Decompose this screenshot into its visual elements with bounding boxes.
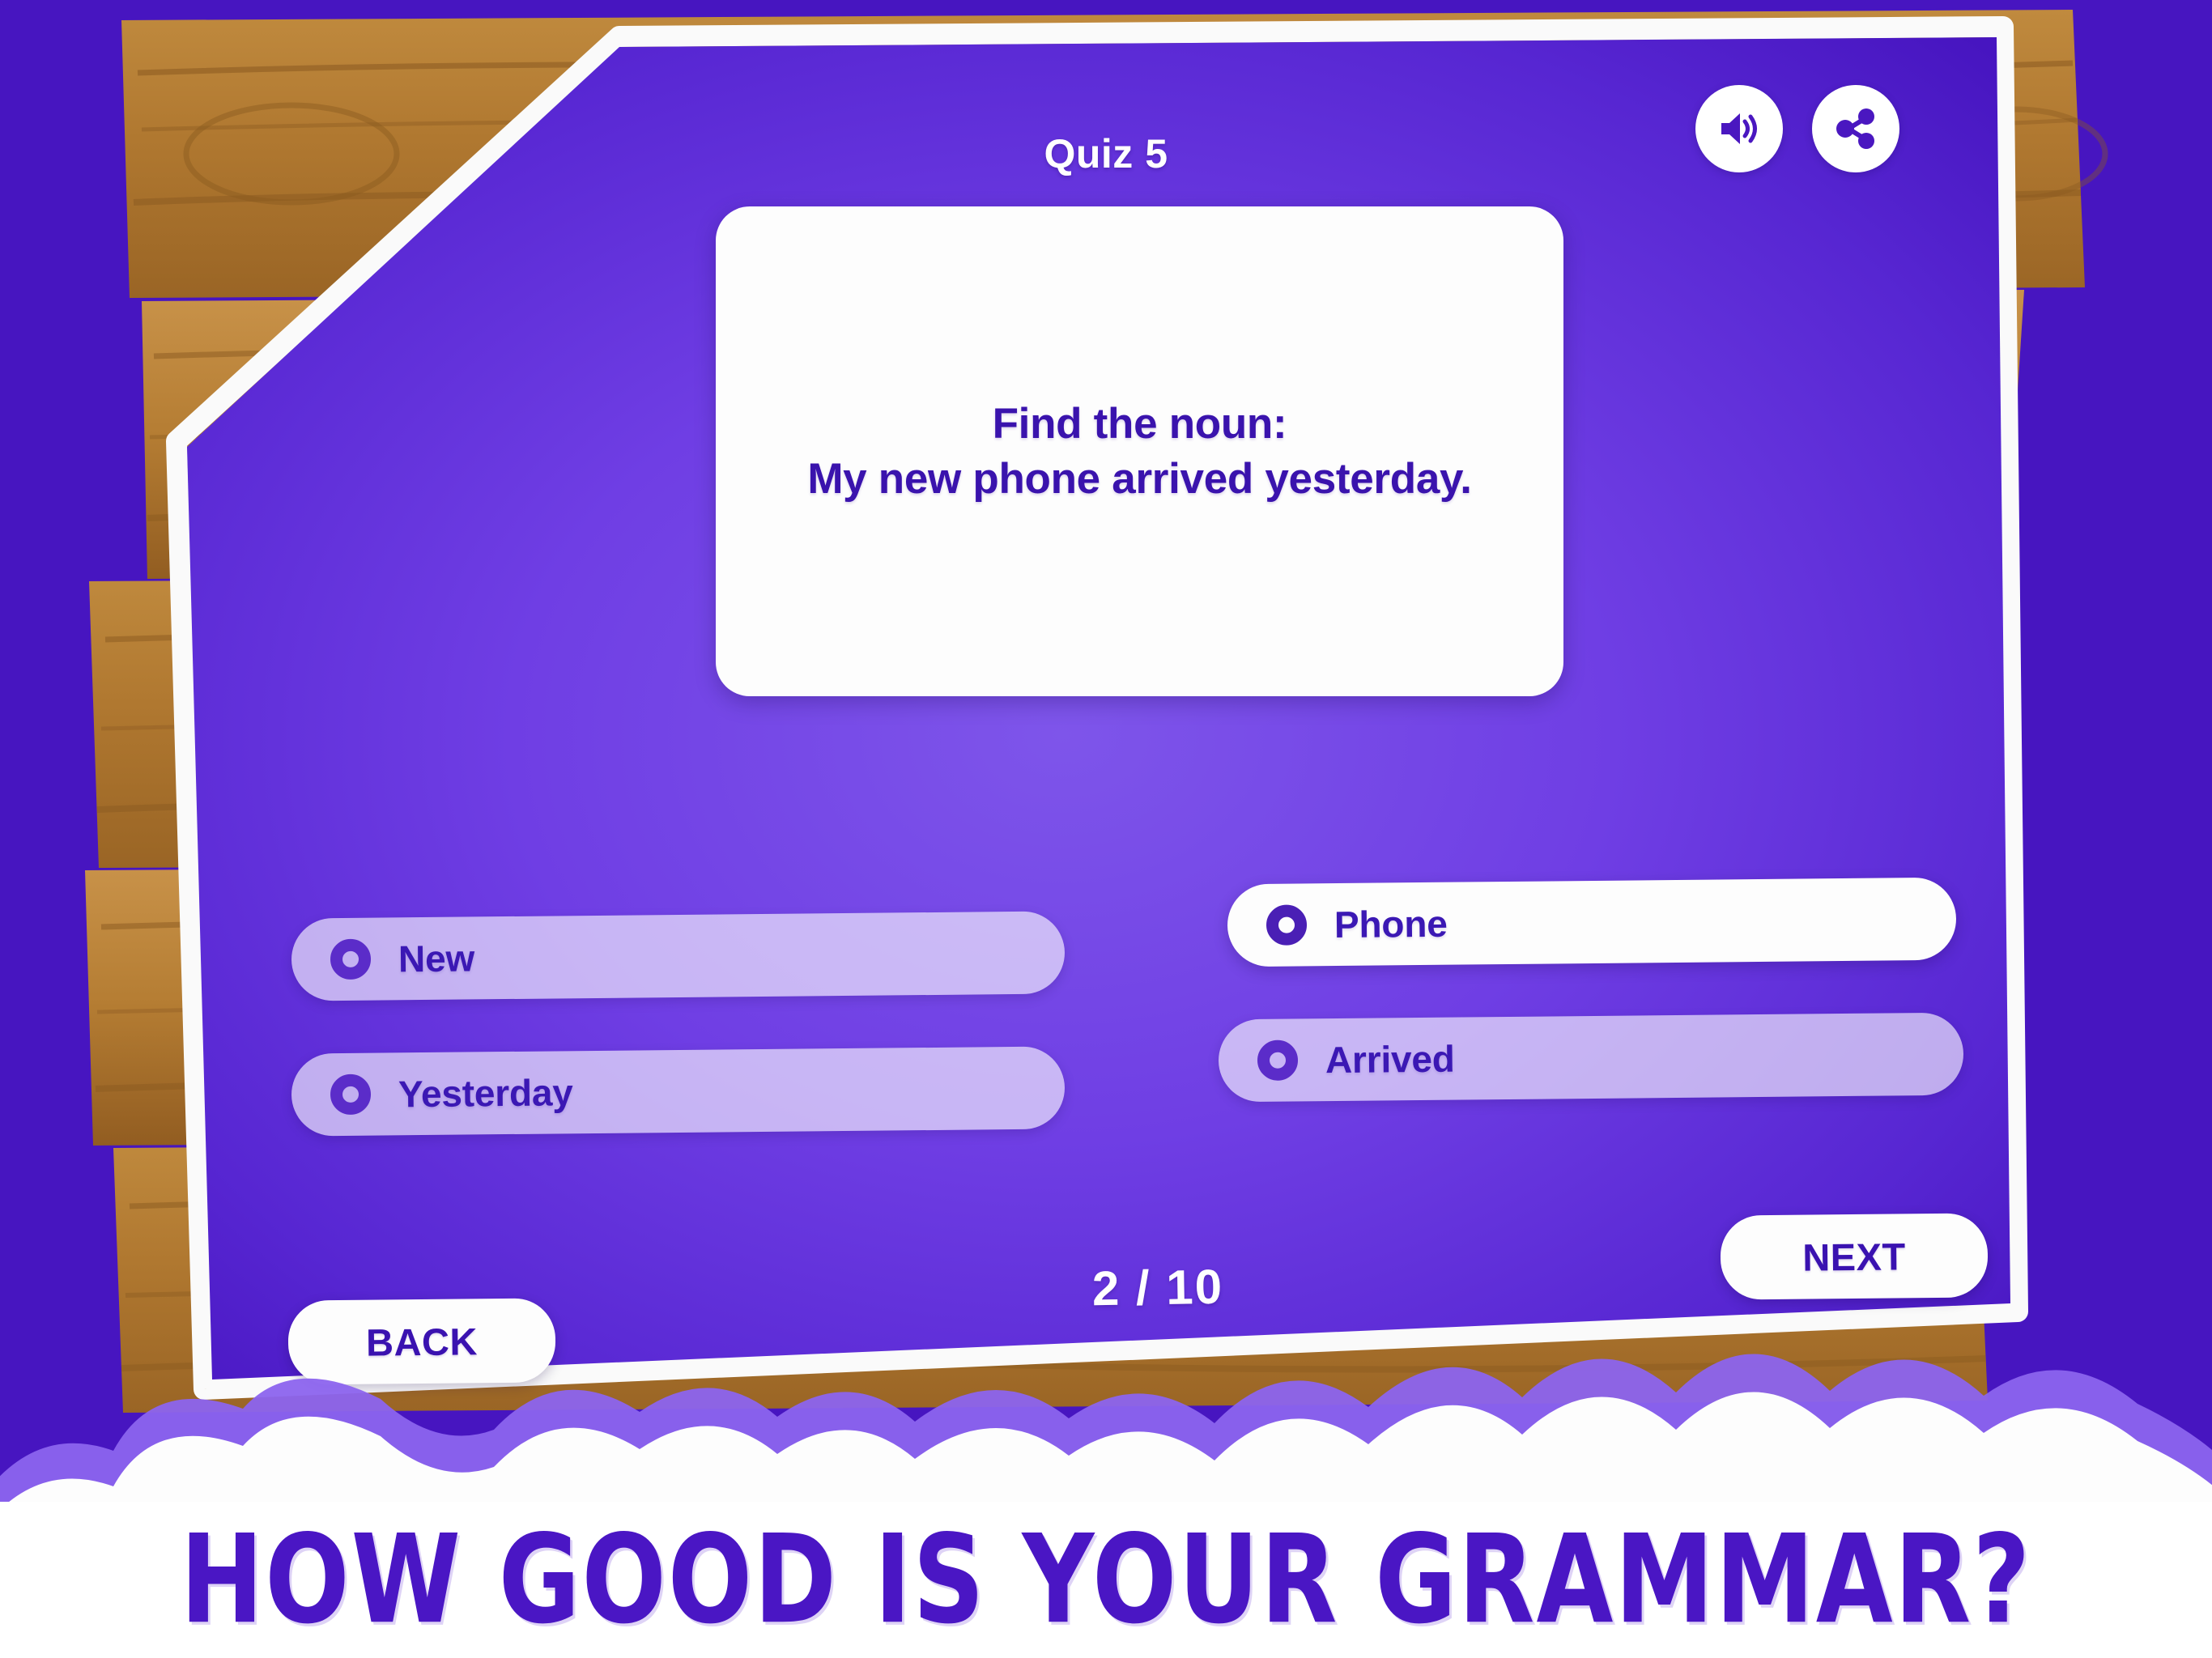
answer-option-label: Yesterday xyxy=(398,1071,573,1116)
radio-unchecked-icon[interactable] xyxy=(330,938,372,980)
banner-title: HOW GOOD IS YOUR GRAMMAR? xyxy=(180,1508,2032,1652)
sound-toggle-button[interactable] xyxy=(1695,85,1783,172)
bottom-banner: HOW GOOD IS YOUR GRAMMAR? xyxy=(0,1502,2212,1658)
answer-option-label: Phone xyxy=(1334,902,1448,946)
answer-option-label: Arrived xyxy=(1325,1037,1455,1082)
question-text: Find the noun: My new phone arrived yest… xyxy=(807,399,1472,503)
answer-option-yesterday[interactable]: Yesterday xyxy=(291,1046,1066,1137)
share-icon xyxy=(1832,105,1879,152)
radio-unchecked-icon[interactable] xyxy=(1266,904,1308,946)
answer-option-phone[interactable]: Phone xyxy=(1227,877,1957,967)
speaker-icon xyxy=(1715,104,1763,153)
quiz-screen: Quiz 5 Find the noun: My new phone arriv… xyxy=(0,0,2212,1658)
answer-option-new[interactable]: New xyxy=(291,911,1066,1001)
radio-unchecked-icon[interactable] xyxy=(1257,1039,1299,1081)
share-button[interactable] xyxy=(1812,85,1899,172)
answer-option-arrived[interactable]: Arrived xyxy=(1218,1012,1964,1103)
radio-unchecked-icon[interactable] xyxy=(330,1073,372,1116)
question-card: Find the noun: My new phone arrived yest… xyxy=(716,206,1563,696)
answer-option-label: New xyxy=(398,937,475,980)
